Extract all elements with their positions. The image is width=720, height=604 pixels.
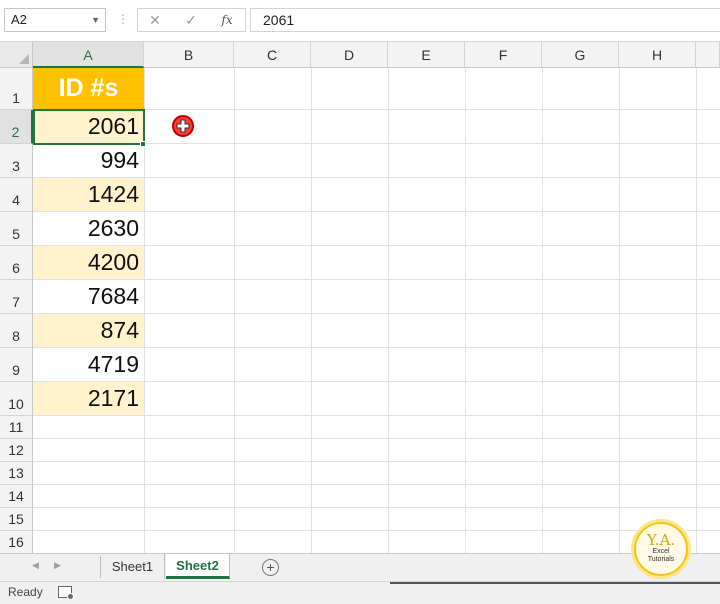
row-header-7[interactable]: 7 [0,280,33,314]
formula-bar: A2 ▼ ⋮ ✕ ✓ fx 2061 [0,0,720,42]
column-header-f[interactable]: F [465,42,542,68]
row-header-14[interactable]: 14 [0,485,33,508]
enter-icon[interactable]: ✓ [177,8,205,32]
cell-a6[interactable]: 4200 [33,246,144,279]
chevron-down-icon[interactable]: ▼ [91,9,100,31]
cursor-highlight-icon [172,115,194,137]
cell-a1-header[interactable]: ID #s [33,68,144,109]
add-sheet-icon[interactable]: + [262,559,279,576]
insert-function-icon[interactable]: fx [213,8,241,32]
scroll-tabs-left-icon[interactable]: ◀ [32,560,39,571]
cell-a7[interactable]: 7684 [33,280,144,313]
row-header-15[interactable]: 15 [0,508,33,531]
row-header-11[interactable]: 11 [0,416,33,439]
cell-a5[interactable]: 2630 [33,212,144,245]
row-header-5[interactable]: 5 [0,212,33,246]
tab-sheet2[interactable]: Sheet2 [166,554,230,579]
cell-a4[interactable]: 1424 [33,178,144,211]
tab-sheet1[interactable]: Sheet1 [101,554,165,579]
cell-a10[interactable]: 2171 [33,382,144,415]
row-header-2[interactable]: 2 [0,110,33,144]
more-options-icon[interactable]: ⋮ [117,9,129,29]
cell-a3[interactable]: 994 [33,144,144,177]
fill-handle[interactable] [140,141,146,147]
cell-a2[interactable]: 2061 [33,110,144,143]
column-header-d[interactable]: D [311,42,388,68]
name-box[interactable]: A2 ▼ [4,8,106,32]
row-header-12[interactable]: 12 [0,439,33,462]
column-header-i[interactable] [696,42,720,68]
sheet-tab-bar: ◀ ▶ Sheet1 Sheet2 + [0,553,720,581]
column-header-a[interactable]: A [33,42,144,68]
logo-line2: Tutorials [647,556,675,563]
row-header-4[interactable]: 4 [0,178,33,212]
logo-initials: Y.A. [646,531,676,549]
row-header-1[interactable]: 1 [0,68,33,110]
logo-line1: Excel [652,548,670,555]
row-header-16[interactable]: 16 [0,531,33,553]
column-header-c[interactable]: C [234,42,311,68]
row-header-3[interactable]: 3 [0,144,33,178]
cell-a8[interactable]: 874 [33,314,144,347]
row-header-6[interactable]: 6 [0,246,33,280]
status-divider [390,582,720,584]
status-text: Ready [8,585,43,599]
column-header-e[interactable]: E [388,42,465,68]
row-header-8[interactable]: 8 [0,314,33,348]
cell-a9[interactable]: 4719 [33,348,144,381]
cross-cursor-icon [176,119,190,133]
name-box-value: A2 [11,12,27,27]
column-header-b[interactable]: B [144,42,234,68]
column-header-h[interactable]: H [619,42,696,68]
scroll-tabs-right-icon[interactable]: ▶ [54,560,61,571]
cancel-icon[interactable]: ✕ [141,8,169,32]
status-bar: Ready [0,581,720,604]
watermark-logo: Y.A. Excel Tutorials [634,522,688,576]
formula-input[interactable]: 2061 [250,8,720,32]
row-header-9[interactable]: 9 [0,348,33,382]
macro-record-icon[interactable] [58,586,74,600]
column-header-g[interactable]: G [542,42,619,68]
row-header-13[interactable]: 13 [0,462,33,485]
spreadsheet-grid[interactable]: A B C D E F G H 1 2 3 4 5 6 7 8 9 10 11 … [0,42,720,553]
select-all-corner[interactable] [0,42,33,68]
row-header-10[interactable]: 10 [0,382,33,416]
